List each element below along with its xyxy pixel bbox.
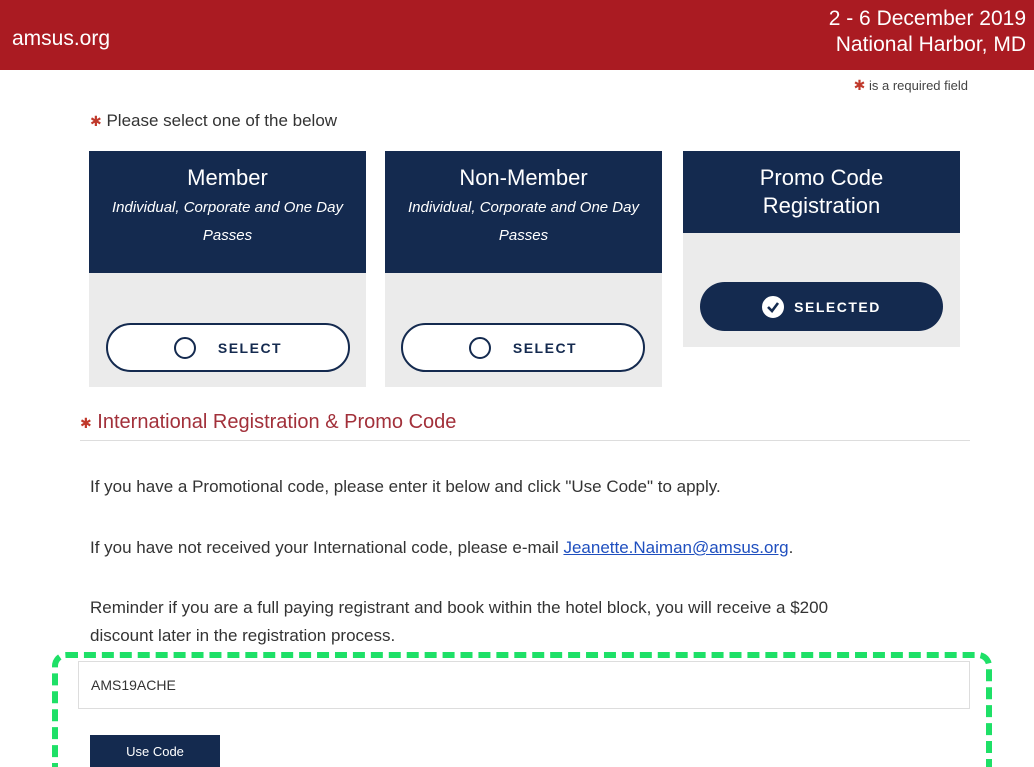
asterisk-icon: ✱	[853, 77, 866, 93]
card-subtitle: Individual, Corporate and One Day Passes	[112, 199, 343, 244]
card-header: Member Individual, Corporate and One Day…	[89, 151, 366, 273]
required-note-text: is a required field	[869, 78, 968, 93]
select-prompt: ✱ Please select one of the below	[90, 111, 337, 131]
asterisk-icon: ✱	[80, 415, 92, 431]
event-dates: 2 - 6 December 2019	[828, 7, 1026, 30]
select-non-member-button[interactable]: SELECT	[401, 323, 645, 372]
select-prompt-text: Please select one of the below	[106, 111, 338, 130]
select-member-button[interactable]: SELECT	[106, 323, 350, 372]
promo-instructions: If you have a Promotional code, please e…	[90, 477, 721, 496]
divider	[80, 440, 970, 441]
radio-empty-icon	[468, 336, 491, 359]
hotel-reminder: Reminder if you are a full paying regist…	[90, 598, 829, 645]
option-card-non-member: Non-Member Individual, Corporate and One…	[385, 151, 662, 387]
select-button-label: SELECT	[217, 339, 283, 356]
card-title: Member	[187, 165, 268, 190]
section-title-text: International Registration & Promo Code	[97, 411, 457, 433]
intl-note-end: .	[788, 538, 794, 557]
card-subtitle: Individual, Corporate and One Day Passes	[408, 199, 639, 244]
option-card-member: Member Individual, Corporate and One Day…	[89, 151, 366, 387]
use-code-button[interactable]: Use Code	[90, 735, 220, 767]
site-header: amsus.org 2 - 6 December 2019 National H…	[0, 0, 1034, 70]
card-header: Non-Member Individual, Corporate and One…	[385, 151, 662, 273]
card-title: Promo Code Registration	[759, 165, 884, 218]
card-title: Non-Member	[459, 165, 588, 190]
event-location: National Harbor, MD	[835, 33, 1026, 56]
promo-selected-button[interactable]: SELECTED	[700, 282, 943, 331]
international-code-note: If you have not received your Internatio…	[90, 534, 793, 562]
check-circle-icon	[762, 295, 785, 318]
selected-button-label: SELECTED	[794, 298, 881, 315]
email-link[interactable]: Jeanette.Naiman@amsus.org	[563, 538, 788, 557]
section-title: ✱ International Registration & Promo Cod…	[80, 411, 456, 434]
promo-code-input[interactable]	[78, 661, 970, 709]
card-header: Promo Code Registration	[683, 151, 960, 233]
option-card-promo: Promo Code Registration SELECTED	[683, 151, 960, 347]
asterisk-icon: ✱	[90, 113, 102, 129]
intl-note-text: If you have not received your Internatio…	[90, 538, 564, 557]
required-field-note: ✱ is a required field	[854, 77, 968, 94]
radio-empty-icon	[173, 336, 196, 359]
site-name[interactable]: amsus.org	[12, 27, 110, 51]
select-button-label: SELECT	[512, 339, 578, 356]
